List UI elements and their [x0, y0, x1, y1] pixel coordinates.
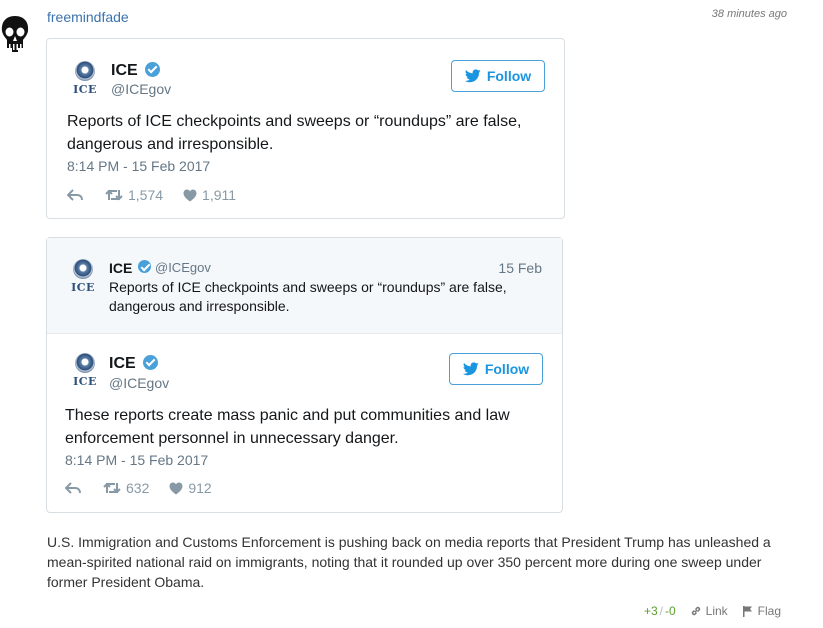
quoted-date[interactable]: 15 Feb [498, 260, 542, 276]
flag-label: Flag [757, 604, 781, 618]
skull-avatar-icon[interactable] [0, 14, 30, 54]
tweet-author-handle[interactable]: @ICEgov [109, 375, 169, 391]
comment-footer: +3/-0 Link Flag [644, 604, 781, 618]
like-count: 912 [188, 480, 212, 496]
retweet-count: 632 [126, 480, 150, 496]
tweet-text: Reports of ICE checkpoints and sweeps or… [67, 113, 522, 153]
vote-down-count: -0 [664, 604, 676, 618]
verified-badge-icon [138, 260, 151, 273]
tweet-actions: 632 912 [65, 480, 212, 496]
follow-label: Follow [484, 361, 530, 377]
quoted-author-name[interactable]: ICE [109, 260, 132, 276]
tweet-time[interactable]: 8:14 PM - 15 Feb 2017 [65, 452, 208, 468]
verified-badge-icon [145, 62, 160, 77]
tweet-author-handle[interactable]: @ICEgov [111, 81, 171, 97]
link-label: Link [705, 604, 728, 618]
follow-button[interactable]: Follow [451, 60, 545, 92]
link-button[interactable]: Link [690, 604, 728, 618]
flag-icon [742, 606, 752, 617]
ice-seal-icon[interactable]: ICE [70, 61, 100, 99]
like-action[interactable]: 912 [169, 480, 212, 496]
retweet-count: 1,574 [128, 187, 164, 203]
reply-action[interactable] [65, 482, 81, 494]
vote-separator: / [659, 604, 663, 618]
retweet-action[interactable]: 632 [103, 480, 149, 496]
heart-icon [169, 482, 183, 494]
embedded-tweet-1[interactable]: ICE ICE @ICEgov Follow Reports of ICE ch… [46, 38, 565, 219]
quoted-author-handle[interactable]: @ICEgov [155, 260, 211, 275]
twitter-bird-icon [462, 362, 479, 376]
retweet-icon [105, 189, 123, 201]
link-icon [691, 606, 700, 616]
reply-icon [65, 482, 81, 494]
tweet-time[interactable]: 8:14 PM - 15 Feb 2017 [67, 158, 210, 174]
reply-action[interactable] [67, 189, 83, 201]
like-action[interactable]: 1,911 [183, 187, 236, 203]
ice-seal-icon[interactable]: ICE [68, 259, 98, 297]
follow-button[interactable]: Follow [449, 353, 543, 385]
quoted-text: Reports of ICE checkpoints and sweeps or… [109, 279, 507, 314]
tweet-author-name[interactable]: ICE [111, 62, 138, 80]
heart-icon [183, 189, 197, 201]
comment-timestamp[interactable]: 38 minutes ago [712, 8, 787, 20]
ice-seal-icon[interactable]: ICE [70, 353, 100, 391]
flag-button[interactable]: Flag [742, 604, 781, 618]
follow-label: Follow [486, 68, 532, 84]
tweet-actions: 1,574 1,911 [67, 187, 236, 203]
retweet-icon [103, 482, 121, 494]
reply-icon [67, 189, 83, 201]
verified-badge-icon [143, 355, 158, 370]
quoted-tweet[interactable]: ICE ICE @ICEgov 15 Feb Reports of ICE ch… [47, 238, 562, 334]
tweet-author-name[interactable]: ICE [109, 355, 136, 373]
comment-username[interactable]: freemindfade [47, 9, 129, 25]
retweet-action[interactable]: 1,574 [105, 187, 163, 203]
twitter-bird-icon [464, 69, 481, 83]
embedded-tweet-2[interactable]: ICE ICE @ICEgov 15 Feb Reports of ICE ch… [46, 237, 563, 513]
vote-score[interactable]: +3/-0 [644, 604, 676, 618]
tweet-text: These reports create mass panic and put … [65, 407, 510, 447]
comment-body: U.S. Immigration and Customs Enforcement… [47, 534, 771, 590]
vote-up-count: +3 [643, 604, 658, 618]
like-count: 1,911 [202, 187, 237, 203]
